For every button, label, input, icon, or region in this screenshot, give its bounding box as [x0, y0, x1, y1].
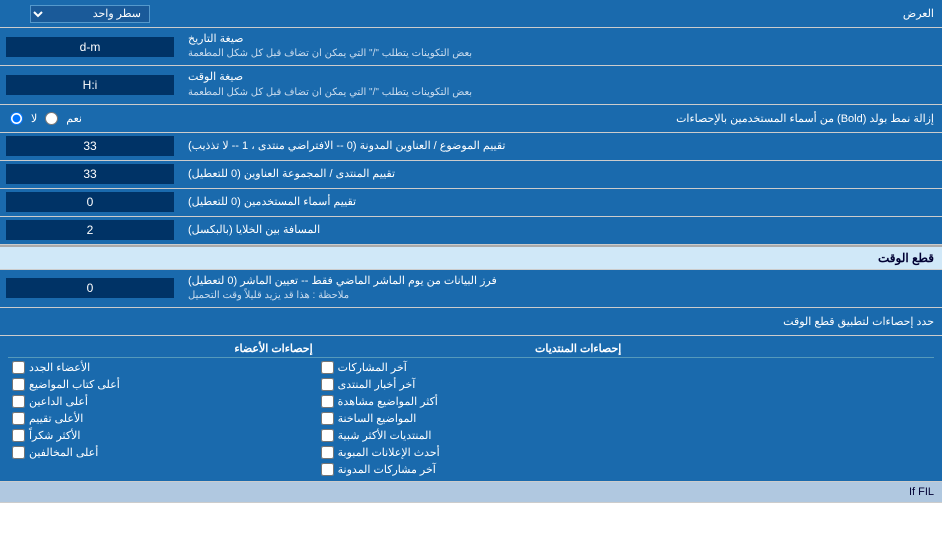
list-item: أعلى كتاب المواضيع	[8, 377, 317, 392]
cell-spacing-label: المسافة بين الخلايا (بالبكسل)	[180, 217, 942, 244]
date-format-row: صيغة التاريخ بعض التكوينات يتطلب "/" الت…	[0, 28, 942, 66]
date-format-sublabel: بعض التكوينات يتطلب "/" التي يمكن ان تضا…	[188, 47, 472, 61]
col1-item-1-checkbox[interactable]	[12, 361, 25, 374]
forum-order-input-cell	[0, 161, 180, 188]
list-item: أعلى الداعين	[8, 394, 317, 409]
list-item: أعلى المخالفين	[8, 445, 317, 460]
time-format-input[interactable]	[6, 75, 174, 95]
col2-item-1-checkbox[interactable]	[321, 361, 334, 374]
topic-order-row: تقييم الموضوع / العناوين المدونة (0 -- ا…	[0, 133, 942, 161]
cutoff-row: فرز البيانات من يوم الماشر الماضي فقط --…	[0, 270, 942, 308]
date-format-input-cell	[0, 28, 180, 65]
col2-item-2-label: آخر أخبار المنتدى	[338, 378, 416, 391]
user-names-input[interactable]	[6, 192, 174, 212]
col1-item-5-checkbox[interactable]	[12, 429, 25, 442]
forum-order-row: تقييم المنتدى / المجموعة العناوين (0 للت…	[0, 161, 942, 189]
col1-item-1-label: الأعضاء الجدد	[29, 361, 90, 374]
col3	[625, 360, 934, 477]
time-format-label-cell: صيغة الوقت بعض التكوينات يتطلب "/" التي …	[180, 66, 942, 103]
checkboxes-header: إحصاءات المنتديات إحصاءات الأعضاء	[8, 340, 934, 358]
col1-header: إحصاءات الأعضاء	[8, 340, 317, 357]
user-names-input-cell	[0, 189, 180, 216]
time-format-input-cell	[0, 66, 180, 103]
list-item: آخر أخبار المنتدى	[317, 377, 626, 392]
bold-remove-label: إزالة نمط بولد (Bold) من أسماء المستخدمي…	[180, 108, 942, 129]
cell-spacing-input[interactable]	[6, 220, 174, 240]
list-item: المواضيع الساخنة	[317, 411, 626, 426]
display-select[interactable]: سطر واحدسطرينثلاثة أسطر	[30, 5, 150, 23]
date-format-label-cell: صيغة التاريخ بعض التكوينات يتطلب "/" الت…	[180, 28, 942, 65]
hadded-label: حدد إحصاءات لتطبيق قطع الوقت	[0, 311, 942, 332]
col1-item-3-label: أعلى الداعين	[29, 395, 88, 408]
bold-no-radio[interactable]	[10, 112, 23, 125]
time-format-sublabel: بعض التكوينات يتطلب "/" التي يمكن ان تضا…	[188, 86, 472, 100]
cutoff-label-cell: فرز البيانات من يوم الماشر الماضي فقط --…	[180, 270, 942, 307]
display-label: العرض	[180, 3, 942, 24]
cutoff-label: فرز البيانات من يوم الماشر الماضي فقط --…	[188, 274, 497, 289]
topic-order-input[interactable]	[6, 136, 174, 156]
col1-item-2-checkbox[interactable]	[12, 378, 25, 391]
col1-item-3-checkbox[interactable]	[12, 395, 25, 408]
list-item: الأعضاء الجدد	[8, 360, 317, 375]
col2-item-1-label: آخر المشاركات	[338, 361, 407, 374]
topic-order-input-cell	[0, 133, 180, 160]
col1-item-6-label: أعلى المخالفين	[29, 446, 98, 459]
forum-order-input[interactable]	[6, 164, 174, 184]
list-item: المنتديات الأكثر شبية	[317, 428, 626, 443]
col1-item-2-label: أعلى كتاب المواضيع	[29, 378, 120, 391]
checkboxes-section: إحصاءات المنتديات إحصاءات الأعضاء آخر ال…	[0, 336, 942, 482]
col2-item-2-checkbox[interactable]	[321, 378, 334, 391]
cutoff-input-cell	[0, 270, 180, 307]
col2-header: إحصاءات المنتديات	[317, 340, 626, 357]
bold-no-label: لا	[31, 112, 37, 125]
hadded-row: حدد إحصاءات لتطبيق قطع الوقت	[0, 308, 942, 336]
list-item: الأعلى تقييم	[8, 411, 317, 426]
user-names-row: تقييم أسماء المستخدمين (0 للتعطيل)	[0, 189, 942, 217]
cell-spacing-input-cell	[0, 217, 180, 244]
filter-text: If FIL	[909, 486, 934, 498]
date-format-input[interactable]	[6, 37, 174, 57]
topic-order-label: تقييم الموضوع / العناوين المدونة (0 -- ا…	[180, 133, 942, 160]
col1-item-5-label: الأكثر شكراً	[29, 429, 80, 442]
col2-item-7-checkbox[interactable]	[321, 463, 334, 476]
col1-checkboxes: الأعضاء الجدد أعلى كتاب المواضيع أعلى ال…	[8, 360, 317, 477]
time-format-label: صيغة الوقت	[188, 70, 243, 85]
col2-item-3-label: أكثر المواضيع مشاهدة	[338, 395, 438, 408]
time-format-row: صيغة الوقت بعض التكوينات يتطلب "/" التي …	[0, 66, 942, 104]
col1-item-4-label: الأعلى تقييم	[29, 412, 83, 425]
col3-header	[625, 340, 934, 357]
col2-item-7-label: آخر مشاركات المدونة	[338, 463, 436, 476]
list-item: آخر المشاركات	[317, 360, 626, 375]
checkboxes-grid: آخر المشاركات آخر أخبار المنتدى أكثر الم…	[8, 360, 934, 477]
display-select-cell: سطر واحدسطرينثلاثة أسطر	[0, 2, 180, 26]
user-names-label: تقييم أسماء المستخدمين (0 للتعطيل)	[180, 189, 942, 216]
col1-item-4-checkbox[interactable]	[12, 412, 25, 425]
cutoff-note: ملاحظة : هذا قد يزيد قليلاً وقت التحميل	[188, 289, 349, 303]
col2-item-5-label: المنتديات الأكثر شبية	[338, 429, 432, 442]
cell-spacing-row: المسافة بين الخلايا (بالبكسل)	[0, 217, 942, 245]
bold-remove-options: نعم لا	[0, 109, 180, 128]
list-item: أكثر المواضيع مشاهدة	[317, 394, 626, 409]
list-item: أحدث الإعلانات المبوبة	[317, 445, 626, 460]
cutoff-input[interactable]	[6, 278, 174, 298]
list-item: آخر مشاركات المدونة	[317, 462, 626, 477]
date-format-label: صيغة التاريخ	[188, 32, 243, 47]
col2-item-6-checkbox[interactable]	[321, 446, 334, 459]
display-row: العرض سطر واحدسطرينثلاثة أسطر	[0, 0, 942, 28]
forum-order-label: تقييم المنتدى / المجموعة العناوين (0 للت…	[180, 161, 942, 188]
filter-row: If FIL	[0, 482, 942, 503]
bold-yes-label: نعم	[66, 112, 82, 125]
col2-checkboxes: آخر المشاركات آخر أخبار المنتدى أكثر الم…	[317, 360, 626, 477]
bold-yes-radio[interactable]	[45, 112, 58, 125]
col1-item-6-checkbox[interactable]	[12, 446, 25, 459]
bold-remove-row: إزالة نمط بولد (Bold) من أسماء المستخدمي…	[0, 105, 942, 133]
section-header-cutoff: قطع الوقت	[0, 245, 942, 270]
col2-item-4-checkbox[interactable]	[321, 412, 334, 425]
col2-item-5-checkbox[interactable]	[321, 429, 334, 442]
col2-item-4-label: المواضيع الساخنة	[338, 412, 417, 425]
col2-item-3-checkbox[interactable]	[321, 395, 334, 408]
col2-item-6-label: أحدث الإعلانات المبوبة	[338, 446, 440, 459]
list-item: الأكثر شكراً	[8, 428, 317, 443]
